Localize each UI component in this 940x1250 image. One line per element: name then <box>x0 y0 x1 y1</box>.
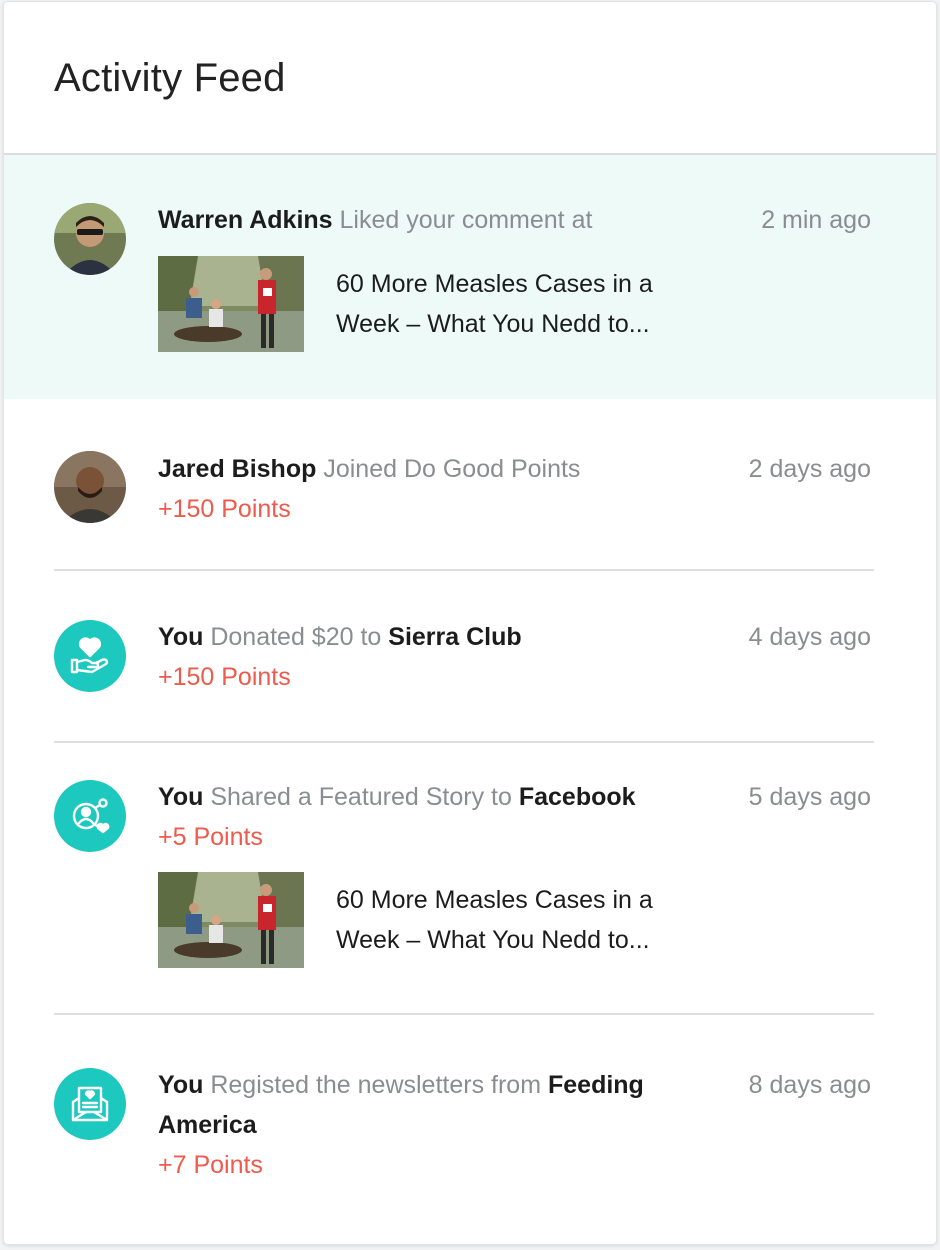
page-title: Activity Feed <box>54 56 286 100</box>
target-name[interactable]: Facebook <box>519 783 636 811</box>
timestamp: 2 min ago <box>761 206 871 234</box>
timestamp: 4 days ago <box>748 623 871 651</box>
story-preview[interactable]: 60 More Measles Cases in a Week – What Y… <box>158 872 718 968</box>
newsletter-icon <box>54 1068 126 1140</box>
actor-name[interactable]: You <box>158 1071 203 1099</box>
avatar[interactable] <box>54 203 126 275</box>
activity-item[interactable]: Jared Bishop Joined Do Good Points +150 … <box>4 399 936 569</box>
story-thumbnail[interactable] <box>158 256 304 352</box>
points-earned: +150 Points <box>158 495 291 523</box>
target-name[interactable]: Sierra Club <box>388 623 521 651</box>
action-text: Joined Do Good Points <box>323 455 581 483</box>
activity-item[interactable]: You Donated $20 to Sierra Club +150 Poin… <box>4 571 936 742</box>
points-earned: +150 Points <box>158 663 291 691</box>
timestamp: 5 days ago <box>748 783 871 811</box>
action-text: Donated $20 to <box>210 623 382 651</box>
activity-feed-card: Activity Feed Warren Adkins Liked your c… <box>4 2 936 1244</box>
activity-text: Warren Adkins Liked your comment at <box>158 200 688 240</box>
avatar[interactable] <box>54 451 126 523</box>
actor-name[interactable]: Warren Adkins <box>158 206 333 234</box>
share-network-icon <box>54 780 126 852</box>
activity-text: Jared Bishop Joined Do Good Points +150 … <box>158 449 688 529</box>
action-text: Registed the newsletters from <box>210 1071 542 1099</box>
action-text: Liked your comment at <box>339 206 593 234</box>
story-title[interactable]: 60 More Measles Cases in a Week – What Y… <box>336 264 716 344</box>
actor-name[interactable]: You <box>158 623 203 651</box>
activity-text: You Donated $20 to Sierra Club +150 Poin… <box>158 617 688 697</box>
feed-header: Activity Feed <box>4 2 936 155</box>
actor-name[interactable]: Jared Bishop <box>158 455 316 483</box>
timestamp: 2 days ago <box>748 455 871 483</box>
story-preview[interactable]: 60 More Measles Cases in a Week – What Y… <box>158 256 718 352</box>
story-title[interactable]: 60 More Measles Cases in a Week – What Y… <box>336 880 716 960</box>
activity-item[interactable]: Warren Adkins Liked your comment at 2 mi… <box>4 155 936 399</box>
activity-item[interactable]: You Shared a Featured Story to Facebook … <box>4 743 936 1013</box>
action-text: Shared a Featured Story to <box>210 783 512 811</box>
points-earned: +5 Points <box>158 823 263 851</box>
activity-item[interactable]: You Registed the newsletters from Feedin… <box>4 1015 936 1244</box>
points-earned: +7 Points <box>158 1151 263 1179</box>
donate-hand-heart-icon <box>54 620 126 692</box>
story-thumbnail[interactable] <box>158 872 304 968</box>
timestamp: 8 days ago <box>748 1071 871 1099</box>
actor-name[interactable]: You <box>158 783 203 811</box>
activity-text: You Registed the newsletters from Feedin… <box>158 1065 688 1185</box>
activity-text: You Shared a Featured Story to Facebook … <box>158 777 688 857</box>
